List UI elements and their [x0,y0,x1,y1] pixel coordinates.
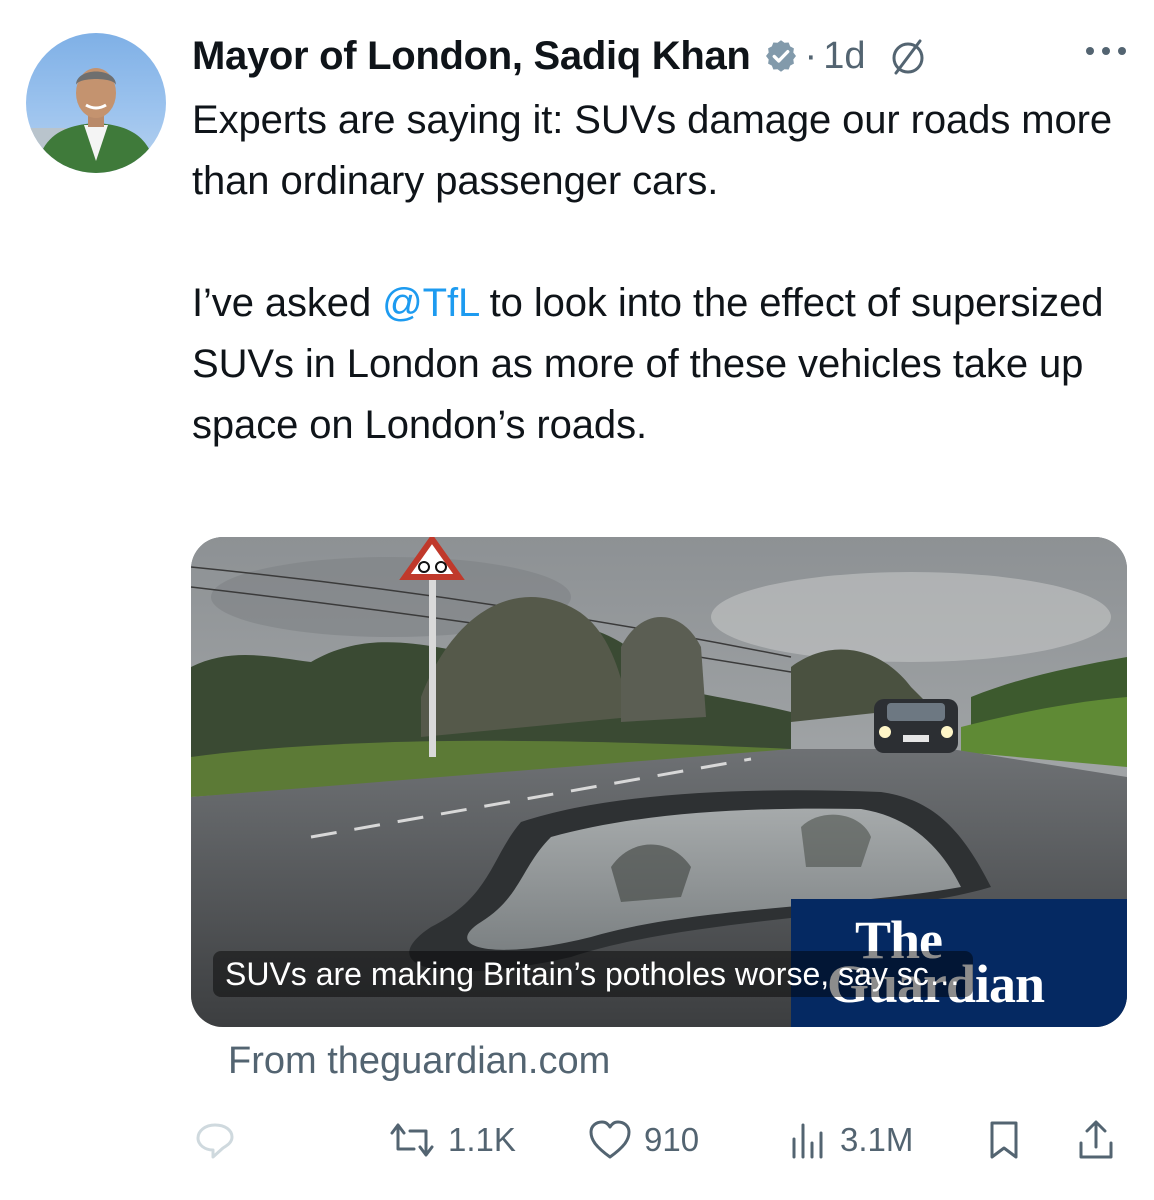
author-name[interactable]: Mayor of London, Sadiq Khan [192,34,751,79]
card-source[interactable]: From theguardian.com [228,1040,610,1083]
bookmark-icon [984,1117,1024,1163]
views-count: 3.1M [840,1121,914,1158]
views-button[interactable]: 3.1M [786,1110,913,1170]
retweet-button[interactable]: 1.1K [386,1110,516,1170]
more-options-icon[interactable] [1082,36,1130,66]
share-button[interactable] [1074,1110,1118,1170]
retweet-count: 1.1K [448,1121,516,1158]
link-preview-card[interactable]: The Guardian SUVs are making Britain’s p… [191,537,1127,1027]
mention-link[interactable]: @TfL [382,281,479,325]
heart-icon [586,1117,634,1163]
tweet-paragraph-2: I’ve asked @TfL to look into the effect … [192,273,1122,456]
author-avatar[interactable] [26,33,166,173]
tweet-header: Mayor of London, Sadiq Khan · 1d [192,28,929,84]
circle-slash-icon [887,35,929,77]
verified-badge-icon[interactable] [763,38,799,74]
views-bar-chart-icon [786,1117,830,1163]
tweet-paragraph-1: Experts are saying it: SUVs damage our r… [192,98,1112,203]
card-headline: SUVs are making Britain’s potholes worse… [213,951,973,997]
tweet-body: Experts are saying it: SUVs damage our r… [192,90,1122,456]
like-button[interactable]: 910 [586,1110,699,1170]
tweet-time[interactable]: 1d [823,35,865,78]
share-icon [1074,1117,1118,1163]
reply-button[interactable] [192,1110,248,1170]
retweet-icon [386,1117,438,1163]
reply-icon [192,1117,238,1163]
like-count: 910 [644,1121,700,1158]
tweet-action-bar: 1.1K 910 3.1M [0,1110,1154,1170]
tweet-text-prefix: I’ve asked [192,281,383,325]
separator-dot: · [804,34,818,77]
bookmark-button[interactable] [984,1110,1024,1170]
